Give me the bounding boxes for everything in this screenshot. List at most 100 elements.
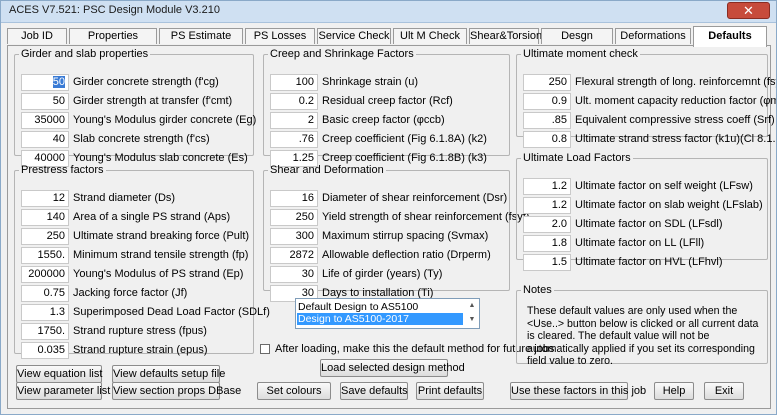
girder-youngs-modulus-input[interactable]: 35000 [21, 112, 69, 129]
creep-k2-input[interactable]: .76 [270, 131, 318, 148]
list-item: 140 Area of a single PS strand (Aps) [15, 208, 253, 228]
tab-desgn-summary[interactable]: Desgn Summary [541, 28, 613, 57]
flexural-strength-label: Flexural strength of long. reinforcemnt … [575, 76, 777, 88]
app-window: ACES V7.521: PSC Design Module V3.210 ✕ … [0, 0, 777, 415]
compressive-stress-input[interactable]: .85 [523, 112, 571, 129]
view-parameter-list-button[interactable]: View parameter list [16, 382, 110, 400]
tab-properties[interactable]: Properties [69, 28, 157, 44]
ult-load-group: Ultimate Load Factors 1.2 Ultimate facto… [516, 152, 768, 271]
slab-concrete-strength-row: 40 Slab concrete strength (f'cs) [15, 130, 253, 150]
set-colours-button[interactable]: Set colours [257, 382, 331, 400]
slab-youngs-modulus-label: Young's Modulus slab concrete (Es) [73, 152, 248, 164]
load-design-method-button[interactable]: Load selected design method [320, 359, 465, 377]
list-item: 1.3 Superimposed Dead Load Factor (SDLf) [15, 303, 270, 323]
rupture-stress-input[interactable]: 1750. [21, 323, 69, 340]
lfsdl-input[interactable]: 2.0 [523, 216, 571, 233]
list-item: 0.2 Residual creep factor (Rcf) [264, 92, 509, 112]
list-item: 1.5 Ultimate factor on HVL (LFhvl) [517, 253, 767, 273]
breaking-force-input[interactable]: 250 [21, 228, 69, 245]
flexural-strength-input[interactable]: 250 [523, 74, 571, 91]
lfslab-input[interactable]: 1.2 [523, 197, 571, 214]
slab-concrete-strength-input[interactable]: 40 [21, 131, 69, 148]
shrinkage-strain-label: Shrinkage strain (u) [322, 76, 418, 88]
list-item: 2 Basic creep factor (φccb) [264, 111, 509, 131]
tensile-strength-label: Minimum strand tensile strength (fp) [73, 249, 249, 261]
stirrup-spacing-input[interactable]: 300 [270, 228, 318, 245]
jacking-force-label: Jacking force factor (Jf) [73, 287, 188, 299]
lfll-input[interactable]: 1.8 [523, 235, 571, 252]
shear-yield-input[interactable]: 250 [270, 209, 318, 226]
girder-transfer-strength-input[interactable]: 50 [21, 93, 69, 110]
creep-shrinkage-title: Creep and Shrinkage Factors [270, 48, 414, 60]
sdl-factor-label: Superimposed Dead Load Factor (SDLf) [73, 306, 270, 318]
strand-area-label: Area of a single PS strand (Aps) [73, 211, 231, 223]
design-method-list[interactable]: Default Design to AS5100 Design to AS510… [295, 298, 480, 329]
strand-modulus-input[interactable]: 200000 [21, 266, 69, 283]
shear-diameter-input[interactable]: 16 [270, 190, 318, 207]
creep-k3-label: Creep coefficient (Fig 6.1.8B) (k3) [322, 152, 487, 164]
girder-life-input[interactable]: 30 [270, 266, 318, 283]
lfslab-label: Ultimate factor on slab weight (LFslab) [575, 199, 763, 211]
notes-group: Notes These default values are only used… [516, 284, 768, 367]
view-equation-list-button[interactable]: View equation list [16, 365, 102, 383]
rupture-strain-input[interactable]: 0.035 [21, 342, 69, 359]
list-item: 1.2 Ultimate factor on slab weight (LFsl… [517, 196, 767, 216]
strand-stress-factor-label: Ultimate strand stress factor (k1u)(Cl 8… [575, 133, 777, 145]
ult-moment-title: Ultimate moment check [523, 48, 638, 60]
jacking-force-input[interactable]: 0.75 [21, 285, 69, 302]
deflection-ratio-label: Allowable deflection ratio (Drperm) [322, 249, 491, 261]
list-item: 100 Shrinkage strain (u) [264, 73, 509, 93]
save-defaults-button[interactable]: Save defaults [340, 382, 408, 400]
ult-load-title: Ultimate Load Factors [523, 152, 631, 164]
shrinkage-strain-input[interactable]: 100 [270, 74, 318, 91]
list-item: 30 Life of girder (years) (Ty) [264, 265, 509, 285]
deflection-ratio-input[interactable]: 2872 [270, 247, 318, 264]
residual-creep-input[interactable]: 0.2 [270, 93, 318, 110]
lfhvl-input[interactable]: 1.5 [523, 254, 571, 271]
list-item: 0.75 Jacking force factor (Jf) [15, 284, 253, 304]
scroll-down-icon[interactable]: ▼ [467, 314, 477, 326]
basic-creep-input[interactable]: 2 [270, 112, 318, 129]
basic-creep-label: Basic creep factor (φccb) [322, 114, 445, 126]
girder-concrete-strength-label: Girder concrete strength (f'cg) [73, 76, 219, 88]
list-item: 200000 Young's Modulus of PS strand (Ep) [15, 265, 253, 285]
exit-button[interactable]: Exit [704, 382, 744, 400]
tab-job-id[interactable]: Job ID [7, 28, 67, 44]
tab-ult-m-check[interactable]: Ult M Check [393, 28, 467, 44]
list-item: 250 Ultimate strand breaking force (Pult… [15, 227, 253, 247]
girder-slab-title: Girder and slab properties [21, 48, 149, 60]
tab-shear-torsion[interactable]: Shear&Torsion [469, 28, 542, 44]
tab-defaults[interactable]: Defaults [693, 26, 767, 47]
design-method-option-2017[interactable]: Design to AS5100-2017 [297, 313, 463, 325]
design-method-option-default[interactable]: Default Design to AS5100 [297, 301, 463, 313]
shear-deformation-group: Shear and Deformation 16 Diameter of she… [263, 164, 529, 302]
notes-title: Notes [523, 284, 552, 296]
view-defaults-setup-button[interactable]: View defaults setup file [112, 365, 225, 383]
shear-diameter-label: Diameter of shear reinforcement (Dsr) [322, 192, 508, 204]
default-method-checkbox[interactable] [260, 344, 270, 354]
tab-deformations[interactable]: Deformations [615, 28, 691, 44]
tensile-strength-input[interactable]: 1550. [21, 247, 69, 264]
strand-stress-factor-input[interactable]: 0.8 [523, 131, 571, 148]
lfsw-input[interactable]: 1.2 [523, 178, 571, 195]
strand-diameter-label: Strand diameter (Ds) [73, 192, 176, 204]
use-factors-button[interactable]: Use these factors in this job [510, 382, 646, 400]
tab-service-check[interactable]: Service Check [317, 28, 391, 44]
strand-diameter-input[interactable]: 12 [21, 190, 69, 207]
girder-youngs-modulus-row: 35000 Young's Modulus girder concrete (E… [15, 111, 256, 131]
sdl-factor-input[interactable]: 1.3 [21, 304, 69, 321]
tab-ps-estimate[interactable]: PS Estimate [159, 28, 243, 44]
creep-k2-label: Creep coefficient (Fig 6.1.8A) (k2) [322, 133, 487, 145]
help-button[interactable]: Help [654, 382, 694, 400]
print-defaults-button[interactable]: Print defaults [416, 382, 484, 400]
strand-area-input[interactable]: 140 [21, 209, 69, 226]
close-button[interactable]: ✕ [727, 2, 770, 19]
breaking-force-label: Ultimate strand breaking force (Pult) [73, 230, 250, 242]
girder-concrete-strength-input[interactable]: 50 [21, 74, 69, 91]
list-item: 250 Yield strength of shear reinforcemen… [264, 208, 529, 228]
shear-deformation-title: Shear and Deformation [270, 164, 384, 176]
tab-ps-losses[interactable]: PS Losses [245, 28, 315, 44]
scroll-up-icon[interactable]: ▲ [467, 300, 477, 312]
view-section-props-button[interactable]: View section props DBase [112, 382, 241, 400]
capacity-reduction-input[interactable]: 0.9 [523, 93, 571, 110]
